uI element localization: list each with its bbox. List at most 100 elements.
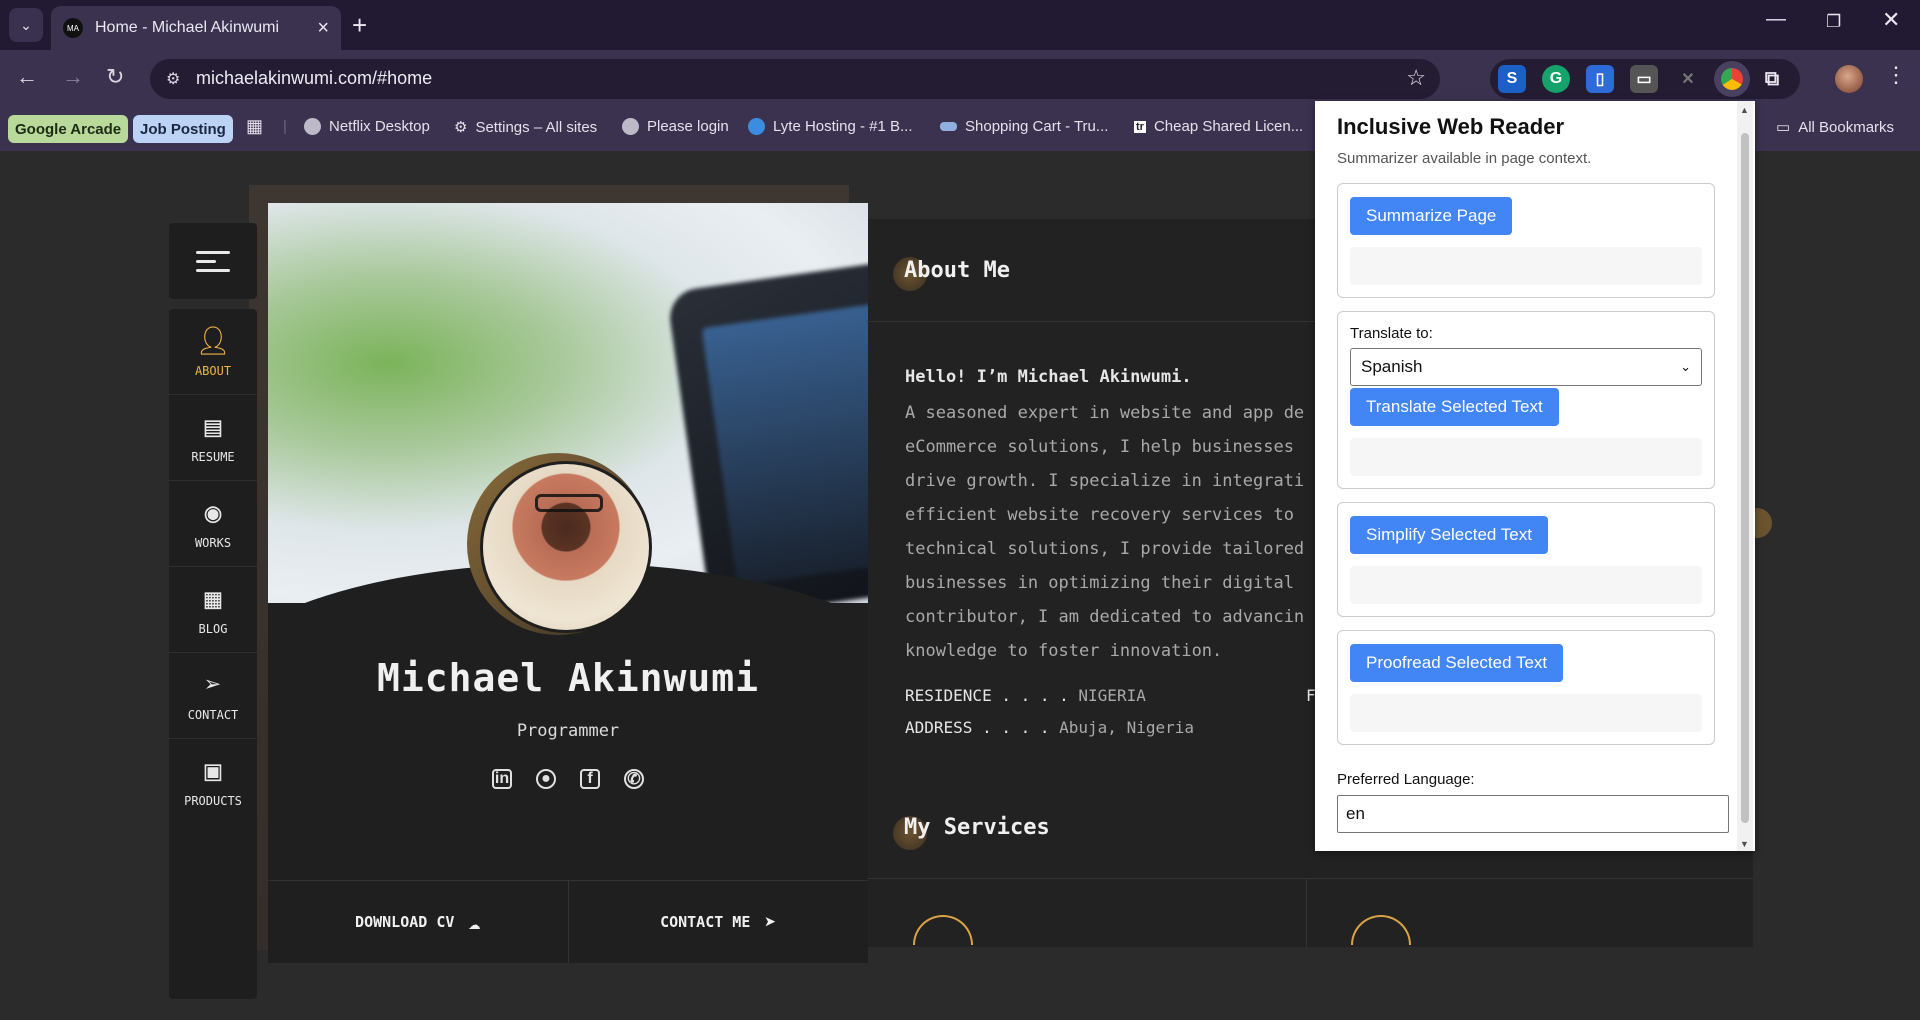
nav-item-resume[interactable]: ▤ RESUME [169,395,257,481]
nav-item-blog[interactable]: ▦ BLOG [169,567,257,653]
about-line: knowledge to foster innovation. [905,641,1223,661]
minimize-icon[interactable]: — [1766,8,1786,31]
summarize-page-button[interactable]: Summarize Page [1350,197,1513,235]
nav-item-products[interactable]: ▣ PRODUCTS [169,739,257,825]
download-cv-button[interactable]: DOWNLOAD CV ☁ [268,881,568,963]
hamburger-menu-button[interactable] [169,223,257,299]
profile-avatar[interactable] [1835,65,1863,93]
address-value: Abuja, Nigeria [1059,718,1194,737]
nav-item-contact[interactable]: ➢ CONTACT [169,653,257,739]
simplify-output [1350,566,1702,604]
new-tab-icon[interactable]: + [352,10,367,41]
url-text[interactable]: michaelakinwumi.com/#home [196,68,432,89]
address-bar[interactable]: ⚙ michaelakinwumi.com/#home ☆ [150,59,1440,99]
laptop-icon: ▣ [204,754,222,787]
whatsapp-icon[interactable]: ✆ [624,769,644,789]
nav-item-works[interactable]: ◉ WORKS [169,481,257,567]
bookmark-settings[interactable]: ⚙ Settings – All sites [454,118,598,137]
menu-kebab-icon[interactable]: ⋮ [1885,62,1907,88]
all-bookmarks[interactable]: ▭ All Bookmarks [1776,118,1895,137]
contact-me-button[interactable]: CONTACT ME ➤ [567,881,869,963]
bookmark-lyte-hosting[interactable]: Lyte Hosting - #1 B... [748,118,913,135]
tab-manager-icon[interactable]: ▭ [1630,65,1658,93]
user-icon: 👤︎ [195,323,231,357]
paper-plane-icon: ➢ [204,667,222,701]
apps-grid-icon[interactable]: ▦ [246,116,263,137]
window-close-icon[interactable]: ✕ [1882,7,1900,33]
browser-toolbar: ← → ↻ ⚙ michaelakinwumi.com/#home ☆ S G … [0,50,1920,108]
bookmark-label: Netflix Desktop [329,118,430,135]
popup-subtitle: Summarizer available in page context. [1337,150,1592,167]
facebook-icon[interactable]: f [580,769,600,789]
about-line: technical solutions, I provide tailored … [905,539,1305,559]
contact-me-label: CONTACT ME [660,913,751,931]
download-cv-label: DOWNLOAD CV [355,913,455,931]
scroll-up-arrow-icon[interactable]: ▲ [1740,105,1750,115]
x-extension-icon[interactable]: ✕ [1674,65,1702,93]
back-icon[interactable]: ← [16,64,38,90]
nav-item-about[interactable]: 👤︎ ABOUT [169,309,257,395]
bookmark-job-posting[interactable]: Job Posting [133,115,233,143]
linkedin-icon[interactable]: in [492,769,512,789]
popup-content: Inclusive Web Reader Summarizer availabl… [1315,101,1735,851]
inclusive-web-reader-popup: Inclusive Web Reader Summarizer availabl… [1315,101,1755,851]
restore-icon[interactable]: ❐ [1826,12,1841,32]
avatar [480,461,652,633]
about-line: efficient website recovery services to p… [905,505,1305,525]
residence-row: RESIDENCE . . . . NIGERIA [905,686,1146,705]
proofread-selected-button[interactable]: Proofread Selected Text [1350,644,1564,682]
summary-output [1350,247,1702,285]
bookmark-star-icon[interactable]: ☆ [1406,65,1426,91]
nav-label: RESUME [191,449,235,464]
laptop-background [666,256,868,620]
profile-name: Michael Akinwumi [376,656,760,700]
tab-search-dropdown-icon[interactable]: ⌄ [9,8,43,42]
residence-label: RESIDENCE . . . . [905,686,1069,705]
bookmark-please-login[interactable]: Please login [622,118,729,135]
bookmark-cheap-shared[interactable]: tr Cheap Shared Licen... [1134,118,1303,135]
chevron-down-icon: ⌄ [1680,359,1691,374]
docs-extension-icon[interactable]: ▯ [1586,65,1614,93]
forward-icon[interactable]: → [62,64,84,90]
about-text: A seasoned expert in website and app dev… [905,396,1305,668]
tab-close-icon[interactable]: × [317,17,329,40]
hamburger-icon [196,245,230,278]
preferred-language-label: Preferred Language: [1337,771,1475,788]
bookmark-google-arcade[interactable]: Google Arcade [8,115,129,143]
paper-plane-icon: ➤ [764,910,777,934]
cloud-download-icon: ☁ [468,910,481,934]
nav-label: WORKS [194,535,232,550]
preferred-language-input[interactable]: en [1337,795,1729,833]
social-links: in ● f ✆ [268,769,868,789]
scrollbar-thumb[interactable] [1741,133,1749,823]
github-icon[interactable]: ● [536,769,556,789]
puzzle-extensions-icon[interactable]: ⧉ [1758,65,1786,93]
nav-label: PRODUCTS [184,794,242,808]
address-row: ADDRESS . . . . Abuja, Nigeria [905,718,1194,737]
bookmark-label: Please login [647,118,729,135]
bookmark-netflix-desktop[interactable]: Netflix Desktop [304,118,430,135]
residence-value: NIGERIA [1078,686,1146,705]
proofread-output [1350,694,1702,732]
bookmark-label: Shopping Cart - Tru... [965,118,1109,135]
bookmark-shopping-cart[interactable]: Shopping Cart - Tru... [940,118,1108,135]
nav-label: ABOUT [194,363,232,378]
eye-icon: ◉ [204,495,222,529]
services-divider [867,878,1753,879]
inclusive-reader-extension-icon[interactable] [1714,61,1750,97]
reload-icon[interactable]: ↻ [106,64,124,90]
language-select[interactable]: Spanish ⌄ [1350,348,1702,386]
simplify-selected-button[interactable]: Simplify Selected Text [1350,516,1548,554]
newspaper-icon: ▦ [204,581,222,615]
browser-tab-active[interactable]: MA Home - Michael Akinwumi × [51,6,341,50]
s-extension-icon[interactable]: S [1498,65,1526,93]
simplify-section: Simplify Selected Text [1337,502,1715,617]
all-bookmarks-label: All Bookmarks [1798,118,1895,136]
grammarly-icon[interactable]: G [1542,65,1570,93]
tab-title: Home - Michael Akinwumi [95,19,280,36]
bookmark-label: Settings – All sites [475,118,598,136]
scroll-down-arrow-icon[interactable]: ▼ [1740,839,1750,849]
popup-scrollbar[interactable]: ▲ ▼ [1737,101,1753,851]
site-info-icon[interactable]: ⚙ [166,69,180,89]
translate-selected-button[interactable]: Translate Selected Text [1350,388,1559,426]
